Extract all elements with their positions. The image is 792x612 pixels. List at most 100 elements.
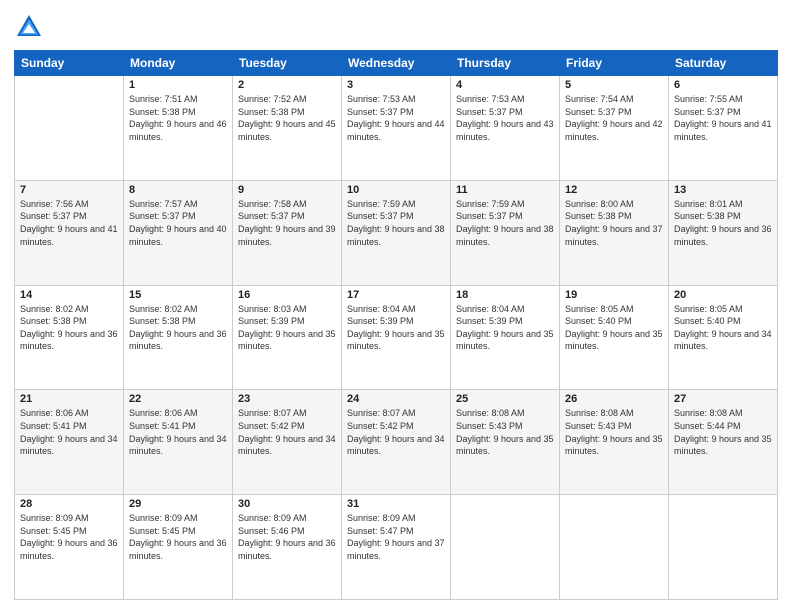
day-number: 5 xyxy=(565,79,663,91)
calendar-table: SundayMondayTuesdayWednesdayThursdayFrid… xyxy=(14,50,778,600)
day-number: 9 xyxy=(238,184,336,196)
logo-icon xyxy=(14,12,44,42)
calendar-page: SundayMondayTuesdayWednesdayThursdayFrid… xyxy=(0,0,792,612)
calendar-cell: 24 Sunrise: 8:07 AM Sunset: 5:42 PM Dayli… xyxy=(342,390,451,495)
weekday-header: Monday xyxy=(124,51,233,76)
day-info: Sunrise: 8:04 AM Sunset: 5:39 PM Dayligh… xyxy=(456,303,554,353)
calendar-cell: 30Sunrise: 8:09 AM Sunset: 5:46 PM Dayli… xyxy=(233,495,342,600)
day-number: 12 xyxy=(565,184,663,196)
calendar-cell: 26 Sunrise: 8:08 AM Sunset: 5:43 PM Dayli… xyxy=(560,390,669,495)
calendar-cell: 22Sunrise: 8:06 AM Sunset: 5:41 PM Dayli… xyxy=(124,390,233,495)
calendar-cell: 6 Sunrise: 7:55 AM Sunset: 5:37 PM Daylig… xyxy=(669,76,778,181)
calendar-week-row: 28 Sunrise: 8:09 AM Sunset: 5:45 PM Dayli… xyxy=(15,495,778,600)
weekday-header: Friday xyxy=(560,51,669,76)
calendar-cell xyxy=(15,76,124,181)
calendar-cell: 10 Sunrise: 7:59 AM Sunset: 5:37 PM Dayli… xyxy=(342,180,451,285)
day-number: 3 xyxy=(347,79,445,91)
calendar-cell: 15 Sunrise: 8:02 AM Sunset: 5:38 PM Dayli… xyxy=(124,285,233,390)
day-number: 29 xyxy=(129,498,227,510)
weekday-header: Wednesday xyxy=(342,51,451,76)
day-info: Sunrise: 7:57 AM Sunset: 5:37 PM Dayligh… xyxy=(129,198,227,248)
day-info: Sunrise: 7:56 AM Sunset: 5:37 PM Dayligh… xyxy=(20,198,118,248)
calendar-cell: 29 Sunrise: 8:09 AM Sunset: 5:45 PM Dayli… xyxy=(124,495,233,600)
day-number: 15 xyxy=(129,289,227,301)
day-number: 8 xyxy=(129,184,227,196)
day-info: Sunrise: 7:53 AM Sunset: 5:37 PM Dayligh… xyxy=(456,93,554,143)
day-info: Sunrise: 8:09 AM Sunset: 5:45 PM Dayligh… xyxy=(129,512,227,562)
day-number: 13 xyxy=(674,184,772,196)
day-number: 4 xyxy=(456,79,554,91)
logo xyxy=(14,12,48,42)
day-info: Sunrise: 8:01 AM Sunset: 5:38 PM Dayligh… xyxy=(674,198,772,248)
calendar-cell xyxy=(560,495,669,600)
calendar-cell: 21Sunrise: 8:06 AM Sunset: 5:41 PM Dayli… xyxy=(15,390,124,495)
calendar-cell: 12 Sunrise: 8:00 AM Sunset: 5:38 PM Dayli… xyxy=(560,180,669,285)
day-info: Sunrise: 8:06 AM Sunset: 5:41 PM Dayligh… xyxy=(129,407,227,457)
calendar-cell: 1 Sunrise: 7:51 AM Sunset: 5:38 PM Daylig… xyxy=(124,76,233,181)
day-number: 11 xyxy=(456,184,554,196)
weekday-header: Sunday xyxy=(15,51,124,76)
day-number: 14 xyxy=(20,289,118,301)
day-number: 26 xyxy=(565,393,663,405)
calendar-week-row: 1 Sunrise: 7:51 AM Sunset: 5:38 PM Daylig… xyxy=(15,76,778,181)
calendar-cell: 28 Sunrise: 8:09 AM Sunset: 5:45 PM Dayli… xyxy=(15,495,124,600)
day-number: 6 xyxy=(674,79,772,91)
calendar-cell: 11 Sunrise: 7:59 AM Sunset: 5:37 PM Dayli… xyxy=(451,180,560,285)
day-info: Sunrise: 8:02 AM Sunset: 5:38 PM Dayligh… xyxy=(129,303,227,353)
day-info: Sunrise: 7:59 AM Sunset: 5:37 PM Dayligh… xyxy=(347,198,445,248)
day-info: Sunrise: 8:03 AM Sunset: 5:39 PM Dayligh… xyxy=(238,303,336,353)
calendar-cell: 20Sunrise: 8:05 AM Sunset: 5:40 PM Dayli… xyxy=(669,285,778,390)
day-info: Sunrise: 7:54 AM Sunset: 5:37 PM Dayligh… xyxy=(565,93,663,143)
calendar-cell xyxy=(669,495,778,600)
calendar-week-row: 21 Sunrise: 8:06 AM Sunset: 5:41 PM Dayli… xyxy=(15,390,778,495)
calendar-cell: 16 Sunrise: 8:03 AM Sunset: 5:39 PM Dayli… xyxy=(233,285,342,390)
day-number: 28 xyxy=(20,498,118,510)
weekday-header: Thursday xyxy=(451,51,560,76)
day-number: 10 xyxy=(347,184,445,196)
day-number: 17 xyxy=(347,289,445,301)
day-info: Sunrise: 7:51 AM Sunset: 5:38 PM Dayligh… xyxy=(129,93,227,143)
day-number: 23 xyxy=(238,393,336,405)
calendar-cell: 8 Sunrise: 7:57 AM Sunset: 5:37 PM Daylig… xyxy=(124,180,233,285)
day-info: Sunrise: 7:59 AM Sunset: 5:37 PM Dayligh… xyxy=(456,198,554,248)
day-info: Sunrise: 8:07 AM Sunset: 5:42 PM Dayligh… xyxy=(238,407,336,457)
calendar-cell: 17 Sunrise: 8:04 AM Sunset: 5:39 PM Dayli… xyxy=(342,285,451,390)
calendar-cell: 5 Sunrise: 7:54 AM Sunset: 5:37 PM Daylig… xyxy=(560,76,669,181)
day-info: Sunrise: 8:09 AM Sunset: 5:47 PM Dayligh… xyxy=(347,512,445,562)
day-info: Sunrise: 8:00 AM Sunset: 5:38 PM Dayligh… xyxy=(565,198,663,248)
day-info: Sunrise: 8:08 AM Sunset: 5:43 PM Dayligh… xyxy=(565,407,663,457)
day-info: Sunrise: 8:08 AM Sunset: 5:44 PM Dayligh… xyxy=(674,407,772,457)
day-number: 19 xyxy=(565,289,663,301)
calendar-cell: 31Sunrise: 8:09 AM Sunset: 5:47 PM Dayli… xyxy=(342,495,451,600)
day-info: Sunrise: 8:08 AM Sunset: 5:43 PM Dayligh… xyxy=(456,407,554,457)
day-info: Sunrise: 7:53 AM Sunset: 5:37 PM Dayligh… xyxy=(347,93,445,143)
header xyxy=(14,12,778,42)
calendar-cell xyxy=(451,495,560,600)
day-number: 2 xyxy=(238,79,336,91)
day-number: 21 xyxy=(20,393,118,405)
day-info: Sunrise: 8:09 AM Sunset: 5:45 PM Dayligh… xyxy=(20,512,118,562)
calendar-cell: 18 Sunrise: 8:04 AM Sunset: 5:39 PM Dayli… xyxy=(451,285,560,390)
calendar-cell: 25Sunrise: 8:08 AM Sunset: 5:43 PM Dayli… xyxy=(451,390,560,495)
day-number: 27 xyxy=(674,393,772,405)
calendar-cell: 23 Sunrise: 8:07 AM Sunset: 5:42 PM Dayli… xyxy=(233,390,342,495)
day-info: Sunrise: 8:05 AM Sunset: 5:40 PM Dayligh… xyxy=(674,303,772,353)
day-number: 1 xyxy=(129,79,227,91)
calendar-cell: 2Sunrise: 7:52 AM Sunset: 5:38 PM Daylig… xyxy=(233,76,342,181)
day-number: 16 xyxy=(238,289,336,301)
day-info: Sunrise: 7:55 AM Sunset: 5:37 PM Dayligh… xyxy=(674,93,772,143)
day-info: Sunrise: 8:05 AM Sunset: 5:40 PM Dayligh… xyxy=(565,303,663,353)
day-info: Sunrise: 8:02 AM Sunset: 5:38 PM Dayligh… xyxy=(20,303,118,353)
calendar-week-row: 14 Sunrise: 8:02 AM Sunset: 5:38 PM Dayli… xyxy=(15,285,778,390)
calendar-cell: 19 Sunrise: 8:05 AM Sunset: 5:40 PM Dayli… xyxy=(560,285,669,390)
calendar-week-row: 7 Sunrise: 7:56 AM Sunset: 5:37 PM Daylig… xyxy=(15,180,778,285)
day-number: 18 xyxy=(456,289,554,301)
day-info: Sunrise: 8:04 AM Sunset: 5:39 PM Dayligh… xyxy=(347,303,445,353)
day-number: 24 xyxy=(347,393,445,405)
day-number: 7 xyxy=(20,184,118,196)
day-number: 30 xyxy=(238,498,336,510)
day-info: Sunrise: 8:07 AM Sunset: 5:42 PM Dayligh… xyxy=(347,407,445,457)
calendar-cell: 27 Sunrise: 8:08 AM Sunset: 5:44 PM Dayli… xyxy=(669,390,778,495)
weekday-header: Saturday xyxy=(669,51,778,76)
calendar-cell: 9Sunrise: 7:58 AM Sunset: 5:37 PM Daylig… xyxy=(233,180,342,285)
